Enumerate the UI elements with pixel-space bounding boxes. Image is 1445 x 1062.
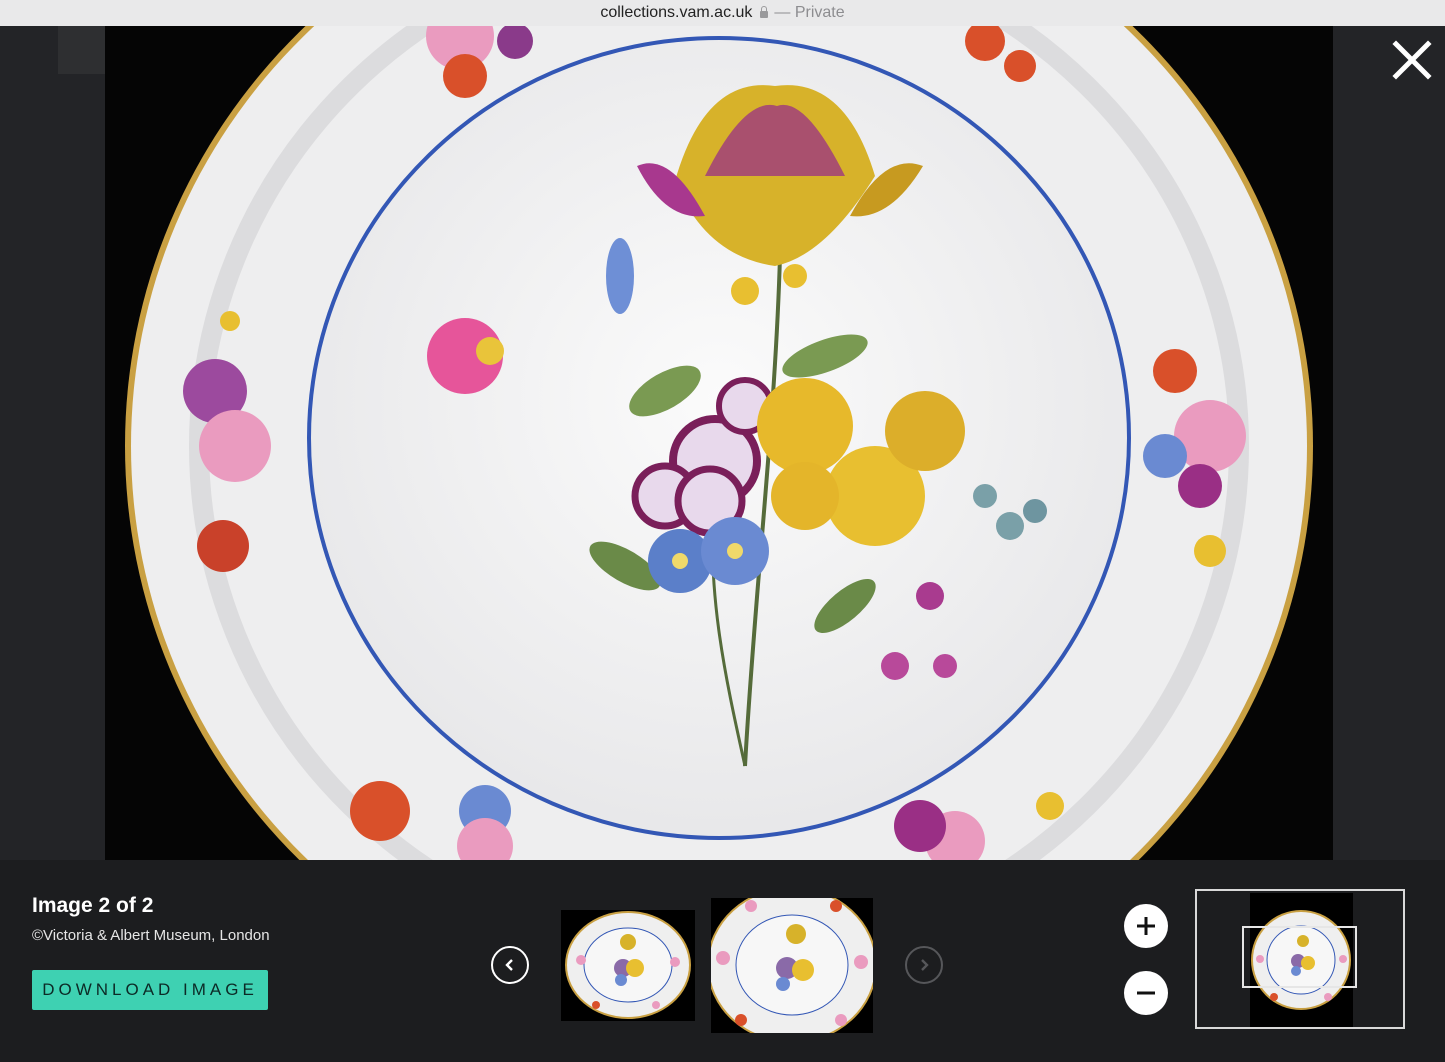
zoom-navigator[interactable] — [1195, 889, 1405, 1029]
close-icon — [1392, 40, 1432, 80]
url-text: collections.vam.ac.uk — [600, 4, 753, 21]
private-mode-label: — Private — [774, 4, 845, 21]
download-image-button[interactable]: DOWNLOAD IMAGE — [32, 970, 268, 1010]
close-button[interactable] — [1390, 38, 1434, 82]
thumbnail-image-2[interactable] — [711, 898, 873, 1033]
previous-image-button[interactable] — [491, 946, 529, 984]
image-counter: Image 2 of 2 — [32, 894, 154, 917]
lock-icon — [760, 5, 769, 18]
next-image-button[interactable] — [905, 946, 943, 984]
thumbnail-image-1[interactable] — [561, 910, 695, 1021]
minus-icon — [1137, 991, 1155, 995]
image-stage — [0, 26, 1445, 860]
thumbnail-2-preview — [711, 898, 873, 1033]
zoom-in-button[interactable] — [1124, 904, 1168, 948]
image-credit: ©Victoria & Albert Museum, London — [32, 927, 270, 944]
chevron-left-icon — [505, 959, 513, 971]
plus-icon — [1137, 917, 1155, 935]
address-bar[interactable]: collections.vam.ac.uk — Private — [0, 0, 1445, 27]
main-image[interactable] — [105, 26, 1333, 860]
thumbnail-1-preview — [561, 910, 695, 1021]
viewer-controls: Image 2 of 2 ©Victoria & Albert Museum, … — [0, 860, 1445, 1062]
zoom-out-button[interactable] — [1124, 971, 1168, 1015]
chevron-right-icon — [921, 959, 929, 971]
navigator-viewport-frame[interactable] — [1242, 926, 1357, 988]
plate-photo — [105, 26, 1333, 860]
background-page-element — [58, 26, 106, 74]
